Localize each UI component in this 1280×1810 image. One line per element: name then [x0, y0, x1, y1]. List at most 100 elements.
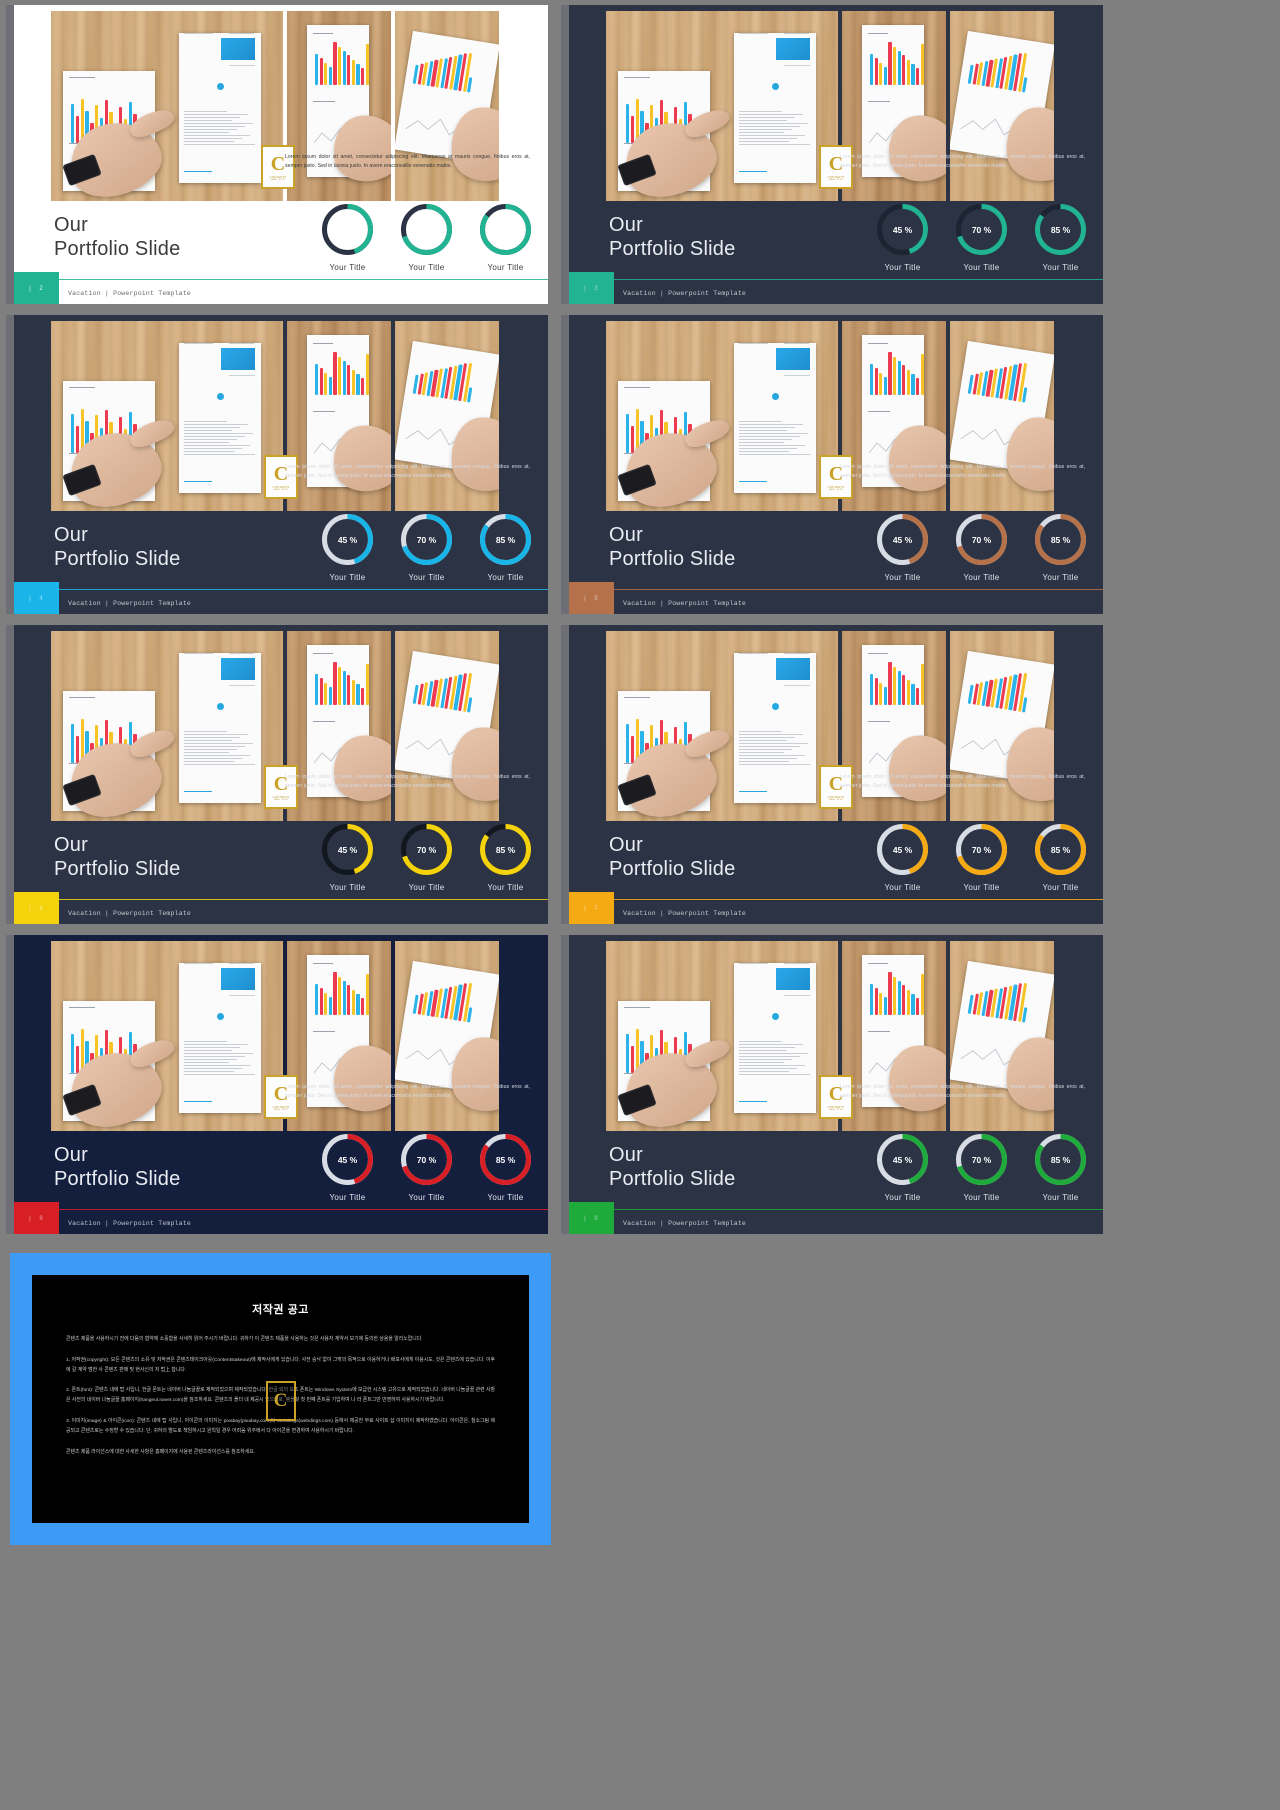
donut-chart-icon: 85 % [1032, 511, 1089, 568]
footer-label: Vacation | Powerpoint Template [623, 910, 747, 917]
donut-label: Your Title [487, 1193, 524, 1202]
photo-hand-chart [51, 11, 283, 201]
page-number-badge: | 9 [569, 1202, 614, 1234]
photo-hand-chart [51, 631, 283, 821]
donut-value: 45 % [892, 224, 913, 235]
photo-chart-sheet [842, 941, 946, 1131]
donut-value: 85 % [495, 534, 516, 545]
donut-value: 45 % [337, 224, 358, 235]
portfolio-slide[interactable]: C CONTENTS MALL SITE Lorem ipsum dolor sit … [561, 315, 1103, 614]
donut-chart-icon: 45 % [874, 511, 931, 568]
donut-value: 85 % [1050, 844, 1071, 855]
donut-stat: 85 % Your Title [477, 511, 534, 582]
donut-label: Your Title [329, 883, 366, 892]
donut-value: 70 % [971, 1154, 992, 1165]
donut-chart-icon: 70 % [398, 511, 455, 568]
page-number-badge: | 6 [14, 892, 59, 924]
brand-badge-icon: C [265, 1381, 296, 1422]
portfolio-slide[interactable]: C CONTENTS MALL SITE Lorem ipsum dolor sit … [6, 5, 548, 304]
donut-value: 45 % [892, 1154, 913, 1165]
slide-left-strip [6, 625, 14, 924]
photo-chart-sheet [287, 321, 391, 511]
slide-cell[interactable]: C CONTENTS MALL SITE Lorem ipsum dolor sit … [0, 310, 555, 620]
footer-label: Vacation | Powerpoint Template [68, 290, 192, 297]
page-title: Our Portfolio Slide [609, 214, 736, 261]
slide-cell[interactable]: C CONTENTS MALL SITE Lorem ipsum dolor sit … [0, 0, 555, 310]
empty-canvas-area [555, 1240, 1280, 1810]
donut-label: Your Title [408, 1193, 445, 1202]
slide-left-strip [6, 5, 14, 304]
badge-line2: MALL SITE [274, 1108, 288, 1111]
photo-hand-chart [606, 11, 838, 201]
donut-label: Your Title [884, 263, 921, 272]
donut-label: Your Title [329, 263, 366, 272]
photo-chart-sheet [842, 321, 946, 511]
slide-left-strip [561, 625, 569, 924]
donut-value: 85 % [1050, 1154, 1071, 1165]
slide-cell[interactable]: C CONTENTS MALL SITE Lorem ipsum dolor sit … [555, 0, 1110, 310]
donut-label: Your Title [408, 883, 445, 892]
photo-tilted-sheet [395, 11, 499, 201]
donut-stats-row: 45 % Your Title 70 % Your Title 85 % Your Tit… [319, 511, 534, 582]
slide-cell[interactable]: C CONTENTS MALL SITE Lorem ipsum dolor sit … [0, 930, 555, 1240]
footer-label: Vacation | Powerpoint Template [623, 600, 747, 607]
portfolio-slide[interactable]: C CONTENTS MALL SITE Lorem ipsum dolor sit … [6, 625, 548, 924]
donut-stat: 70 % Your Title [398, 821, 455, 892]
slide-footer: | 5 Vacation | Powerpoint Template [561, 582, 1103, 614]
donut-stat: 85 % Your Title [477, 1131, 534, 1202]
page-number-badge: | 2 [14, 272, 59, 304]
page-title: Our Portfolio Slide [609, 1144, 736, 1191]
copyright-slide-cell[interactable]: 저작권 공고 콘텐츠 제품을 사용하시기 전에 다음의 협약에 소홀함을 사세히… [6, 1249, 555, 1549]
donut-stat: 70 % Your Title [953, 201, 1010, 272]
photo-hand-chart [606, 631, 838, 821]
donut-value: 85 % [495, 844, 516, 855]
donut-stat: 70 % Your Title [398, 511, 455, 582]
photo-tilted-sheet [950, 941, 1054, 1131]
photo-hand-chart [51, 321, 283, 511]
donut-chart-icon: 45 % [874, 1131, 931, 1188]
donut-value: 45 % [337, 1154, 358, 1165]
copyright-frame: 저작권 공고 콘텐츠 제품을 사용하시기 전에 다음의 협약에 소홀함을 사세히… [10, 1253, 551, 1545]
photo-tilted-sheet [950, 11, 1054, 201]
slide-cell[interactable]: C CONTENTS MALL SITE Lorem ipsum dolor sit … [555, 620, 1110, 930]
slide-left-strip [561, 315, 569, 614]
page-number-badge: | 7 [569, 892, 614, 924]
portfolio-slide[interactable]: C CONTENTS MALL SITE Lorem ipsum dolor sit … [6, 315, 548, 614]
donut-label: Your Title [1042, 1193, 1079, 1202]
slide-cell[interactable]: C CONTENTS MALL SITE Lorem ipsum dolor sit … [555, 930, 1110, 1240]
portfolio-slide[interactable]: C CONTENTS MALL SITE Lorem ipsum dolor sit … [561, 625, 1103, 924]
portfolio-slide[interactable]: C CONTENTS MALL SITE Lorem ipsum dolor sit … [561, 935, 1103, 1234]
donut-value: 70 % [971, 534, 992, 545]
badge-line2: MALL SITE [829, 1108, 843, 1111]
body-paragraph: Lorem ipsum dolor sit amet, consectetur … [285, 154, 530, 170]
copyright-paragraph: 콘텐츠 제품 라이선스에 대한 사세한 사항은 홈페이지에 사용된 콘텐츠라이선… [66, 1449, 256, 1455]
donut-label: Your Title [329, 573, 366, 582]
donut-label: Your Title [963, 263, 1000, 272]
portfolio-slide[interactable]: C CONTENTS MALL SITE Lorem ipsum dolor sit … [6, 935, 548, 1234]
donut-stat: 70 % Your Title [953, 511, 1010, 582]
slide-footer: | 9 Vacation | Powerpoint Template [561, 1202, 1103, 1234]
donut-chart-icon: 45 % [874, 201, 931, 258]
slide-left-strip [561, 5, 569, 304]
page-title: Our Portfolio Slide [54, 214, 181, 261]
body-paragraph: Lorem ipsum dolor sit amet, consectetur … [285, 1084, 530, 1100]
donut-stat: 70 % Your Title [398, 1131, 455, 1202]
badge-line2: MALL SITE [829, 798, 843, 801]
page-title: Our Portfolio Slide [54, 524, 181, 571]
donut-stats-row: 45 % Your Title 70 % Your Title 85 % Your Tit… [319, 821, 534, 892]
donut-chart-icon: 85 % [1032, 1131, 1089, 1188]
donut-stats-row: 45 % Your Title 70 % Your Title 85 % Your Tit… [874, 1131, 1089, 1202]
donut-stat: 70 % Your Title [953, 821, 1010, 892]
slide-footer: | 7 Vacation | Powerpoint Template [561, 892, 1103, 924]
body-paragraph: Lorem ipsum dolor sit amet, consectetur … [840, 1084, 1085, 1100]
donut-value: 45 % [337, 534, 358, 545]
portfolio-slide[interactable]: C CONTENTS MALL SITE Lorem ipsum dolor sit … [561, 5, 1103, 304]
slide-cell[interactable]: C CONTENTS MALL SITE Lorem ipsum dolor sit … [555, 310, 1110, 620]
donut-label: Your Title [884, 1193, 921, 1202]
badge-line2: MALL SITE [829, 178, 843, 181]
donut-stat: 45 % Your Title [319, 1131, 376, 1202]
page-number-badge: | 8 [14, 1202, 59, 1234]
donut-chart-icon: 85 % [477, 201, 534, 258]
donut-stat: 85 % Your Title [477, 821, 534, 892]
slide-cell[interactable]: C CONTENTS MALL SITE Lorem ipsum dolor sit … [0, 620, 555, 930]
